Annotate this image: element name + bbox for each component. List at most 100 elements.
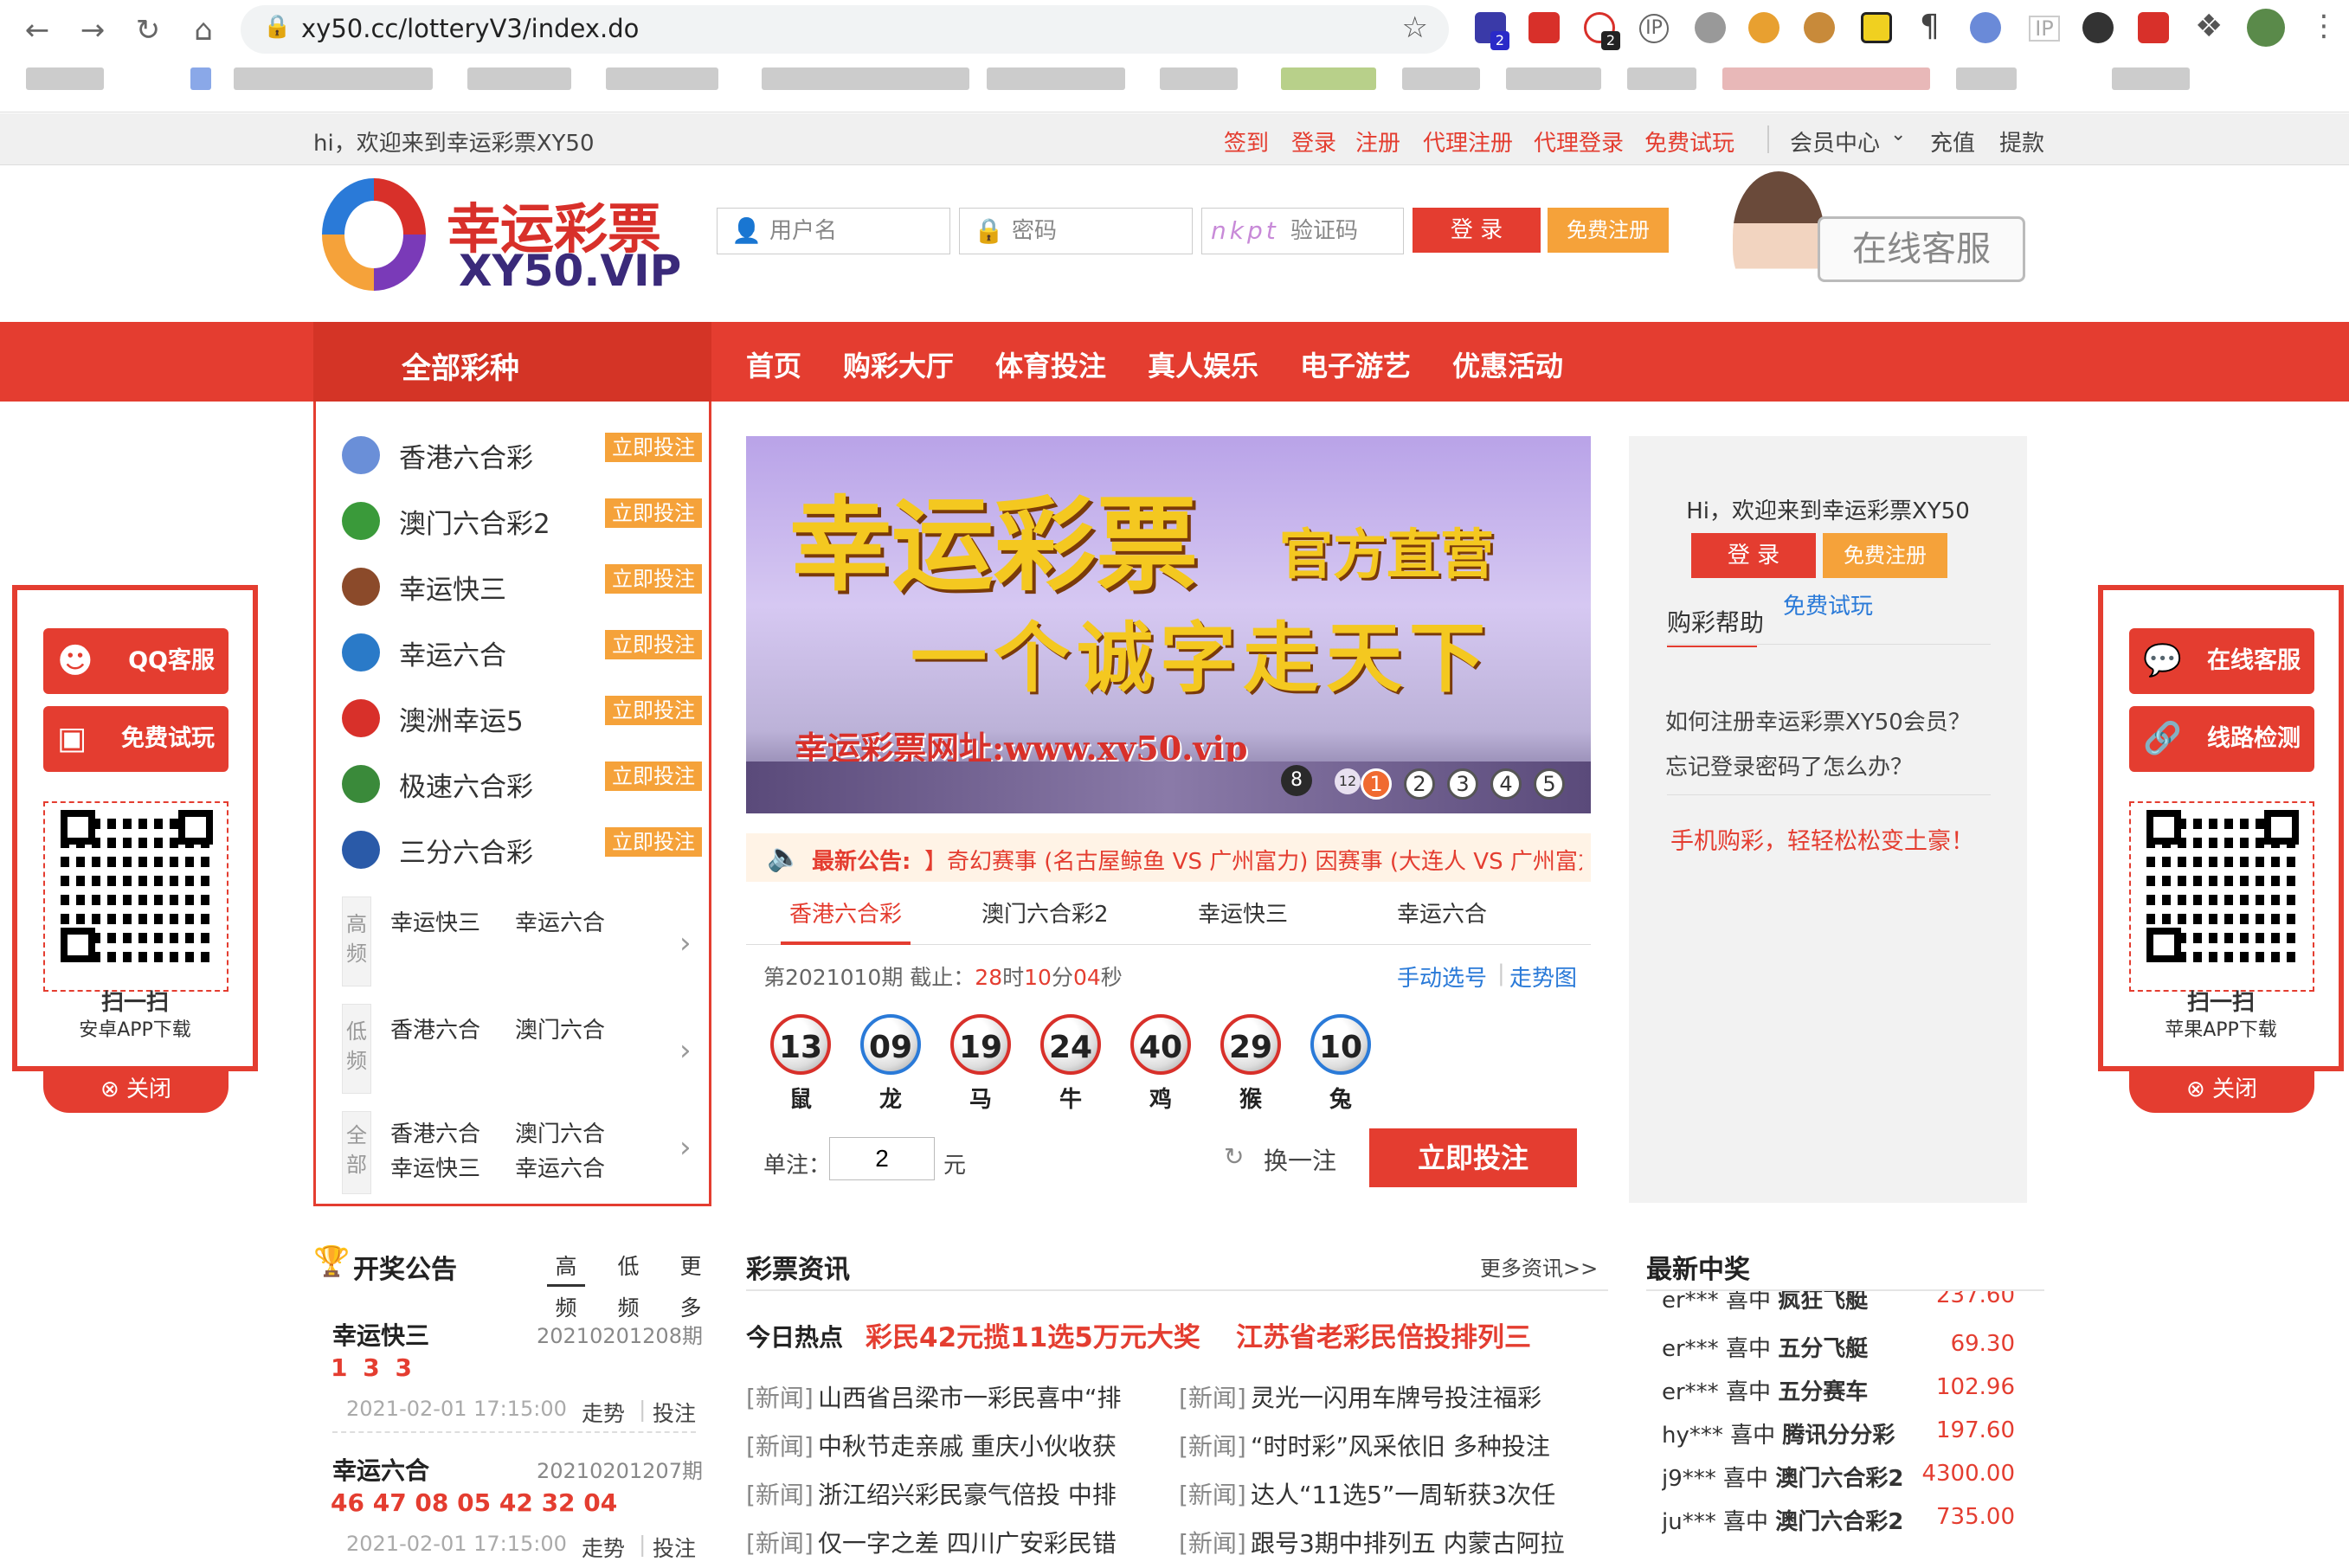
news-item[interactable]: [新闻] “时时彩”风采依旧 多种投注 xyxy=(1179,1428,1550,1462)
register-link[interactable]: 注册 xyxy=(1355,125,1400,157)
header-register-button[interactable]: 免费注册 xyxy=(1548,208,1669,253)
news-item[interactable]: [新闻] 灵光一闪用车牌号投注福彩 xyxy=(1179,1379,1541,1414)
group-item[interactable]: 幸运六合 xyxy=(515,905,605,937)
news-item[interactable]: [新闻] 达人“11选5”一周斩获3次任 xyxy=(1179,1476,1555,1511)
nav-home[interactable]: 首页 xyxy=(746,344,801,384)
cookie-icon[interactable] xyxy=(1804,12,1835,43)
bet-amount-input[interactable] xyxy=(829,1137,935,1180)
group-item[interactable]: 澳门六合 xyxy=(515,1116,605,1148)
all-group[interactable]: 全部 香港六合 澳门六合 幸运快三 幸运六合 › xyxy=(342,1111,705,1201)
bookmark[interactable] xyxy=(190,67,211,90)
group-item[interactable]: 香港六合 xyxy=(390,1116,480,1148)
username-input[interactable]: 👤 用户名 xyxy=(717,208,950,254)
bookmark[interactable] xyxy=(1506,67,1601,90)
bookmark-star-icon[interactable]: ☆ xyxy=(1402,10,1428,45)
withdraw-link[interactable]: 提款 xyxy=(1999,125,2044,157)
result-trend-link[interactable]: 走势 xyxy=(582,1532,625,1563)
bookmark[interactable] xyxy=(762,67,969,90)
bookmark[interactable] xyxy=(1722,67,1930,90)
help-question[interactable]: 如何注册幸运彩票XY50会员？ xyxy=(1665,704,1971,736)
tab-macau-mark6-2[interactable]: 澳门六合彩2 xyxy=(981,896,1109,929)
result-bet-link[interactable]: 投注 xyxy=(653,1532,696,1563)
nav-slots[interactable]: 电子游艺 xyxy=(1300,344,1411,384)
extension-icon[interactable] xyxy=(1695,12,1726,43)
high-freq-group[interactable]: 高频 幸运快三 幸运六合 › xyxy=(342,896,705,992)
forward-icon[interactable]: → xyxy=(71,9,114,52)
slide-dot-3[interactable]: 3 xyxy=(1447,768,1478,800)
nav-sports[interactable]: 体育投注 xyxy=(995,344,1106,384)
category-item[interactable]: 三分六合彩 立即投注 xyxy=(342,827,705,871)
bookmark[interactable] xyxy=(234,67,433,90)
bookmark[interactable] xyxy=(467,67,571,90)
bookmark[interactable] xyxy=(1627,67,1696,90)
login-link[interactable]: 登录 xyxy=(1291,125,1336,157)
news-item[interactable]: [新闻] 浙江绍兴彩民豪气倍投 中排 xyxy=(746,1476,1117,1511)
bookmark[interactable] xyxy=(26,67,104,90)
evernote-icon[interactable] xyxy=(2082,12,2114,43)
puzzle-icon[interactable]: ❖ xyxy=(2195,9,2223,44)
online-service-side-button[interactable]: 💬 在线客服 xyxy=(2129,628,2314,694)
bet-now-button[interactable]: 立即投注 xyxy=(605,630,702,659)
more-news-link[interactable]: 更多资讯>> xyxy=(1480,1251,1598,1282)
category-item[interactable]: 澳洲幸运5 立即投注 xyxy=(342,696,705,739)
bookmark[interactable] xyxy=(1160,67,1238,90)
category-item[interactable]: 幸运快三 立即投注 xyxy=(342,564,705,607)
home-icon[interactable]: ⌂ xyxy=(182,9,225,52)
bet-now-button[interactable]: 立即投注 xyxy=(605,827,702,857)
reload-icon[interactable]: ↻ xyxy=(126,9,170,52)
low-freq-group[interactable]: 低频 香港六合 澳门六合 › xyxy=(342,1004,705,1099)
tab-hk-mark6[interactable]: 香港六合彩 xyxy=(789,896,902,929)
manual-pick-link[interactable]: 手动选号 xyxy=(1397,961,1487,993)
password-input[interactable]: 🔒 密码 xyxy=(959,208,1193,254)
promo-banner[interactable]: 幸运彩票 官方直营 一个诚字走天下 幸运彩票网址:www.xy50.vip 8 … xyxy=(746,436,1591,813)
js-extension-icon[interactable] xyxy=(1861,12,1892,43)
all-lotteries-header[interactable]: 全部彩种 xyxy=(313,322,711,402)
category-item[interactable]: 澳门六合彩2 立即投注 xyxy=(342,498,705,542)
slide-dot-5[interactable]: 5 xyxy=(1534,768,1565,800)
hot-headline[interactable]: 彩民42元揽11选5万元大奖 xyxy=(866,1315,1200,1354)
category-item[interactable]: 幸运六合 立即投注 xyxy=(342,630,705,673)
bookmark[interactable] xyxy=(1281,67,1376,90)
group-item[interactable]: 香港六合 xyxy=(390,1012,480,1044)
recharge-link[interactable]: 充值 xyxy=(1930,125,1975,157)
bet-now-button[interactable]: 立即投注 xyxy=(605,433,702,462)
chevron-right-icon[interactable]: › xyxy=(679,1033,692,1068)
nav-lottery-hall[interactable]: 购彩大厅 xyxy=(843,344,954,384)
nav-promotions[interactable]: 优惠活动 xyxy=(1452,344,1563,384)
slide-dot-2[interactable]: 2 xyxy=(1404,768,1435,800)
bet-now-button[interactable]: 立即投注 xyxy=(605,564,702,594)
bookmark[interactable] xyxy=(1402,67,1480,90)
qq-service-button[interactable]: ☻ QQ客服 xyxy=(43,628,228,694)
tab-lucky-k3[interactable]: 幸运快三 xyxy=(1198,896,1288,929)
switch-bet-link[interactable]: 换一注 xyxy=(1264,1142,1336,1177)
member-center-link[interactable]: 会员中心 xyxy=(1790,125,1880,157)
category-item[interactable]: 极速六合彩 立即投注 xyxy=(342,762,705,805)
announcement-bar[interactable]: 🔈 最新公告: 】奇幻赛事 (名古屋鲸鱼 VS 广州富力) 因赛事 (大连人 V… xyxy=(746,833,1591,882)
back-icon[interactable]: ← xyxy=(16,9,59,52)
header-login-button[interactable]: 登 录 xyxy=(1413,208,1541,253)
refresh-icon[interactable]: ↻ xyxy=(1224,1142,1244,1171)
extension-icon[interactable] xyxy=(2138,12,2169,43)
news-item[interactable]: [新闻] 山西省吕梁市一彩民喜中“排 xyxy=(746,1379,1121,1414)
agent-login-link[interactable]: 代理登录 xyxy=(1534,125,1624,157)
bet-now-button[interactable]: 立即投注 xyxy=(605,762,702,791)
group-item[interactable]: 幸运六合 xyxy=(515,1151,605,1183)
flag-extension-icon[interactable] xyxy=(1528,12,1560,43)
group-item[interactable]: 幸运快三 xyxy=(390,1151,480,1183)
free-trial-link[interactable]: 免费试玩 xyxy=(1644,125,1734,157)
right-close-button[interactable]: ⊗ 关闭 xyxy=(2129,1066,2314,1113)
news-item[interactable]: [新闻] 跟号3期中排列五 内蒙古阿拉 xyxy=(1179,1525,1565,1559)
ip-extension-icon[interactable]: IP xyxy=(1639,14,1669,43)
captcha-image[interactable]: nkpt xyxy=(1211,209,1279,254)
category-item[interactable]: 香港六合彩 立即投注 xyxy=(342,433,705,476)
result-bet-link[interactable]: 投注 xyxy=(653,1397,696,1428)
bookmark[interactable] xyxy=(606,67,718,90)
extension-icon[interactable] xyxy=(1970,12,2001,43)
address-bar[interactable]: 🔒 xy50.cc/lotteryV3/index.do ☆ xyxy=(241,5,1449,54)
group-item[interactable]: 幸运快三 xyxy=(390,905,480,937)
tab-lucky-mark6[interactable]: 幸运六合 xyxy=(1397,896,1487,929)
panel-register-button[interactable]: 免费注册 xyxy=(1823,533,1947,578)
captcha-input[interactable]: nkpt 验证码 xyxy=(1201,208,1404,254)
hot-headline[interactable]: 江苏省老彩民倍投排列三 xyxy=(1236,1315,1531,1354)
chevron-right-icon[interactable]: › xyxy=(679,1130,692,1165)
